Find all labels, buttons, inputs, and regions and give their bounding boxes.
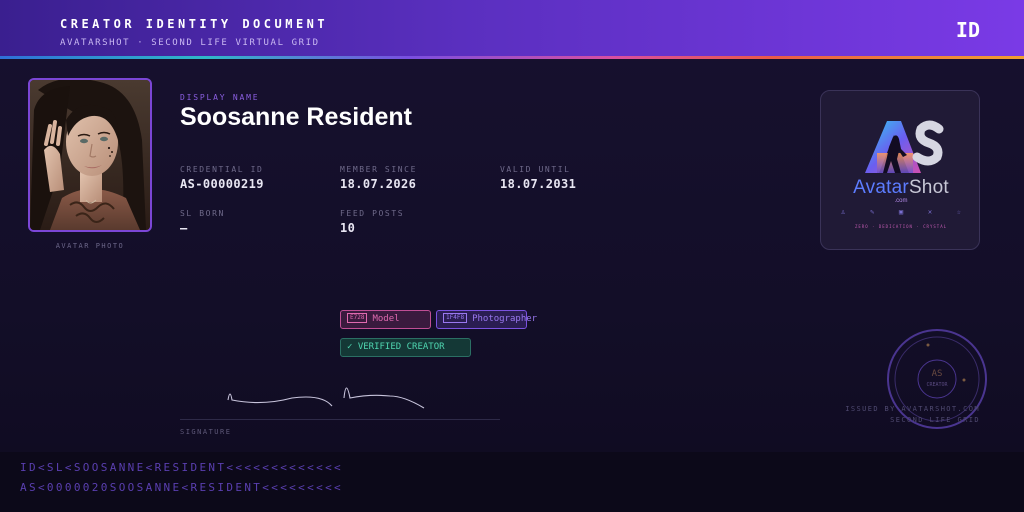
role-code-photographer: 1F4F8 xyxy=(443,312,468,323)
verified-creator-badge: ✓ VERIFIED CREATOR xyxy=(340,338,471,357)
frame-icon: ▣ xyxy=(898,208,904,216)
credential-id-label: CREDENTIAL ID xyxy=(180,165,264,174)
feed-posts-label: FEED POSTS xyxy=(340,209,405,218)
signature-scribble xyxy=(227,387,425,409)
feed-posts-value: 10 xyxy=(340,221,356,235)
user-icon: ♙ xyxy=(841,208,846,216)
logo-icon-row: ♙ ✎ ▣ ✕ ☆ xyxy=(841,208,961,222)
sl-born-value: — xyxy=(180,221,188,235)
seal-initials: AS xyxy=(932,369,943,379)
role-label-model: Model xyxy=(372,314,400,324)
valid-until-value: 18.07.2031 xyxy=(500,177,577,191)
id-badge: ID xyxy=(955,18,980,42)
signature-label: SIGNATURE xyxy=(180,428,232,436)
mrz-line-2: AS<0000020SOOSANNE<RESIDENT<<<<<<<<< xyxy=(20,481,344,494)
logo-word-shot: Shot xyxy=(908,177,949,198)
member-since-value: 18.07.2026 xyxy=(340,177,417,191)
star-icon: ☆ xyxy=(956,208,961,216)
display-name-value: Soosanne Resident xyxy=(180,103,412,131)
issued-by-text: ISSUED BY AVATARSHOT.COM SECOND LIFE GRI… xyxy=(845,404,980,426)
display-name-label: DISPLAY NAME xyxy=(180,93,260,102)
role-chip-photographer: 1F4F8 Photographer xyxy=(436,310,537,329)
logo-domain: .com xyxy=(894,198,908,204)
logo-wordmark: AvatarShot xyxy=(821,177,981,199)
document-title: CREATOR IDENTITY DOCUMENT xyxy=(60,17,329,31)
credential-id-value: AS-00000219 xyxy=(180,177,264,191)
card-header: CREATOR IDENTITY DOCUMENT AVATARSHOT · S… xyxy=(0,0,1024,57)
member-since-label: MEMBER SINCE xyxy=(340,165,417,174)
avatar-photo-caption: AVATAR PHOTO xyxy=(55,242,125,250)
logo-word-avatar: Avatar xyxy=(853,177,909,198)
tools-icon: ✕ xyxy=(927,208,933,216)
avatar-photo xyxy=(28,78,152,232)
brush-icon: ✎ xyxy=(869,208,875,216)
identity-card: CREATOR IDENTITY DOCUMENT AVATARSHOT · S… xyxy=(0,0,1024,512)
issued-line-1: ISSUED BY AVATARSHOT.COM xyxy=(845,405,980,413)
issued-line-2: SECOND LIFE GRID xyxy=(890,416,980,424)
avatar-portrait-image xyxy=(30,80,150,230)
mrz-line-1: ID<SL<SOOSANNE<RESIDENT<<<<<<<<<<<<< xyxy=(20,461,344,474)
sl-born-label: SL BORN xyxy=(180,209,225,218)
seal-ring-text: CREATOR xyxy=(926,382,948,388)
role-label-photographer: Photographer xyxy=(472,314,538,324)
document-subtitle: AVATARSHOT · SECOND LIFE VIRTUAL GRID xyxy=(60,38,320,48)
signature-line xyxy=(180,419,500,420)
rainbow-divider xyxy=(0,56,1024,59)
machine-readable-zone: ID<SL<SOOSANNE<RESIDENT<<<<<<<<<<<<< AS<… xyxy=(0,452,1024,512)
logo-tagline: ZERO · DEDICATION · CRYSTAL xyxy=(854,224,948,229)
role-code-model: E728 xyxy=(347,312,368,323)
role-chip-model: E728 Model xyxy=(340,310,431,329)
valid-until-label: VALID UNTIL xyxy=(500,165,571,174)
logo-mark-icon xyxy=(865,120,944,173)
avatarshot-logo: AvatarShot .com ♙ ✎ ▣ ✕ ☆ ZERO · DEDICAT… xyxy=(820,90,980,250)
